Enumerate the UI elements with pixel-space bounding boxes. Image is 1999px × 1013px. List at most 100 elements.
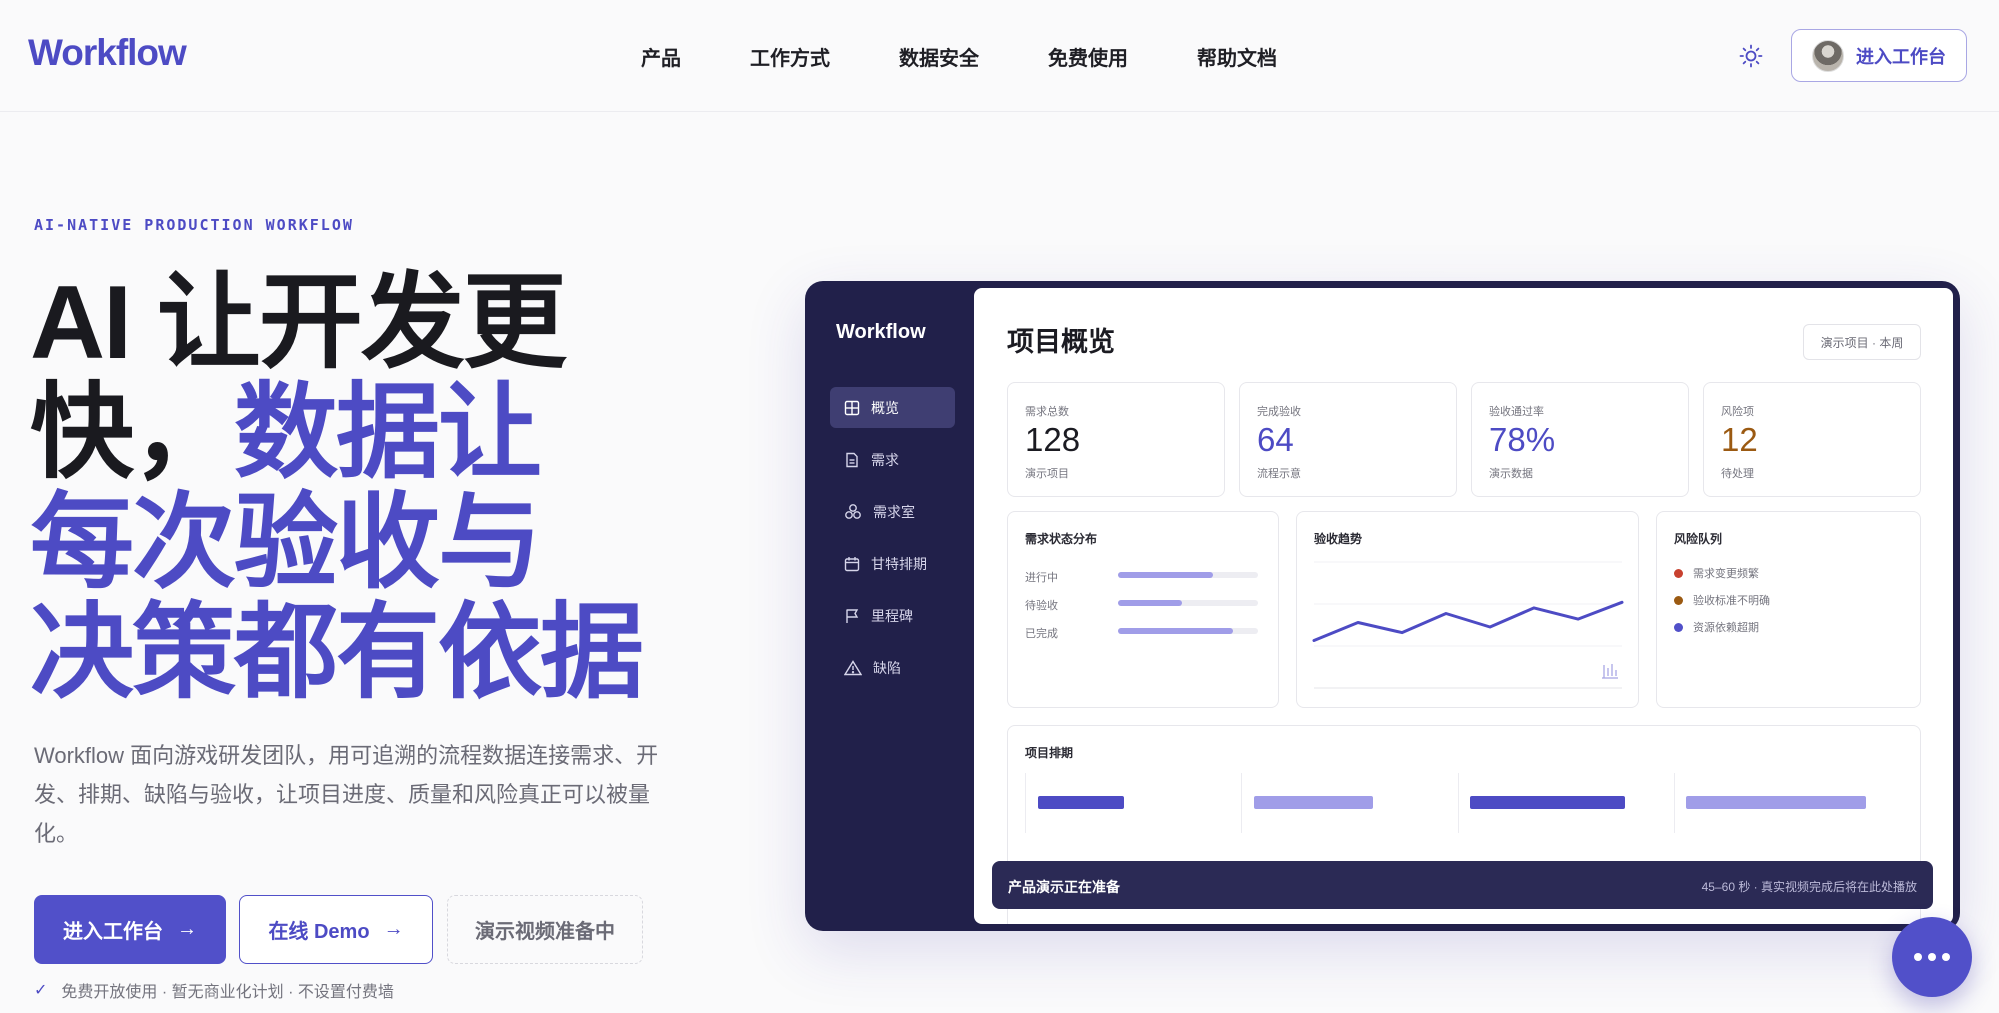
risk-queue-card: 风险队列 需求变更频繁 验收标准不明确 资源依赖超期 bbox=[1656, 511, 1921, 708]
free-note-text: 免费开放使用 · 暂无商业化计划 · 不设置付费墙 bbox=[61, 984, 394, 1001]
sidebar-item-label: 需求 bbox=[871, 451, 899, 468]
risk-item[interactable]: 需求变更频繁 bbox=[1674, 565, 1759, 581]
headline-line-1: AI 让开发更 bbox=[30, 265, 567, 381]
hero-description: Workflow 面向游戏研发团队，用可追溯的流程数据连接需求、开发、排期、缺陷… bbox=[34, 743, 659, 846]
status-card-title: 需求状态分布 bbox=[1025, 532, 1098, 546]
sidebar-item-label: 需求室 bbox=[873, 503, 915, 520]
sidebar-item-label: 缺陷 bbox=[873, 659, 901, 676]
gantt-bar bbox=[1038, 796, 1124, 809]
dashboard-preview: Workflow 概览 需求 需求室 甘特排期 里程碑 缺陷 项目概览 演示项目… bbox=[805, 281, 1960, 931]
sun-icon[interactable] bbox=[1737, 42, 1765, 70]
online-demo-button[interactable]: 在线 Demo → bbox=[239, 895, 433, 964]
online-demo-label: 在线 Demo bbox=[268, 921, 370, 943]
sidebar-item-gantt[interactable]: 甘特排期 bbox=[830, 543, 955, 584]
risk-dot bbox=[1674, 622, 1683, 632]
banner-subtitle: 45–60 秒 · 真实视频完成后将在此处播放 bbox=[1701, 880, 1917, 894]
risk-label: 资源依赖超期 bbox=[1693, 622, 1759, 634]
kpi-label: 需求总数 bbox=[1025, 406, 1069, 418]
status-distribution-card: 需求状态分布 进行中 待验收 已完成 bbox=[1007, 511, 1279, 708]
status-track bbox=[1118, 628, 1258, 634]
gantt-divider bbox=[1674, 773, 1675, 833]
kpi-value: 64 bbox=[1257, 421, 1294, 458]
status-track bbox=[1118, 572, 1258, 578]
logo[interactable]: Workflow bbox=[28, 32, 187, 74]
risk-dot bbox=[1674, 595, 1683, 605]
headline-line-4: 决策都有依据 bbox=[30, 595, 644, 711]
document-icon bbox=[846, 452, 858, 467]
dashboard-title: 项目概览 bbox=[1007, 327, 1115, 357]
kpi-label: 完成验收 bbox=[1257, 406, 1301, 418]
trend-chart bbox=[1312, 561, 1624, 689]
kpi-card: 验收通过率 78% 演示数据 bbox=[1471, 382, 1689, 497]
bar-chart-icon bbox=[1602, 664, 1618, 679]
risk-label: 验收标准不明确 bbox=[1693, 595, 1770, 607]
dashboard-sidebar: Workflow 概览 需求 需求室 甘特排期 里程碑 缺陷 bbox=[805, 281, 973, 931]
headline-line-2-accent: 数据让 bbox=[234, 375, 542, 491]
kpi-sub: 演示数据 bbox=[1489, 468, 1533, 480]
kpi-value: 128 bbox=[1025, 421, 1081, 458]
sidebar-item-requirement-room[interactable]: 需求室 bbox=[830, 491, 955, 532]
gantt-bar bbox=[1254, 796, 1373, 809]
enter-workspace-cta[interactable]: 进入工作台 → bbox=[34, 895, 226, 964]
more-dots-icon bbox=[1914, 953, 1922, 961]
sidebar-item-label: 甘特排期 bbox=[871, 555, 927, 572]
kpi-sub: 待处理 bbox=[1721, 468, 1754, 480]
demo-video-button[interactable]: 演示视频准备中 bbox=[447, 895, 643, 964]
schedule-card-title: 项目排期 bbox=[1025, 746, 1074, 760]
headline-line-2: 快，数据让 bbox=[30, 378, 730, 488]
chat-fab-button[interactable] bbox=[1892, 917, 1972, 997]
cluster-icon bbox=[845, 503, 861, 519]
status-track bbox=[1118, 600, 1258, 606]
sidebar-item-requirements[interactable]: 需求 bbox=[830, 439, 955, 480]
status-label: 进行中 bbox=[1025, 572, 1058, 584]
nav-item-workflow[interactable]: 工作方式 bbox=[750, 42, 830, 71]
nav-item-docs[interactable]: 帮助文档 bbox=[1197, 42, 1277, 71]
status-label: 已完成 bbox=[1025, 628, 1058, 640]
demo-preparing-banner: 产品演示正在准备 45–60 秒 · 真实视频完成后将在此处播放 bbox=[992, 861, 1933, 909]
kpi-card: 完成验收 64 流程示意 bbox=[1239, 382, 1457, 497]
risk-item[interactable]: 验收标准不明确 bbox=[1674, 592, 1770, 608]
project-filter[interactable]: 演示项目 · 本周 bbox=[1803, 324, 1921, 360]
demo-video-label: 演示视频准备中 bbox=[475, 921, 615, 943]
kpi-label: 风险项 bbox=[1721, 406, 1754, 418]
status-fill bbox=[1118, 628, 1233, 634]
trend-line bbox=[1312, 600, 1624, 642]
nav-item-security[interactable]: 数据安全 bbox=[899, 42, 979, 71]
status-fill bbox=[1118, 572, 1214, 578]
kpi-sub: 演示项目 bbox=[1025, 468, 1069, 480]
hero-headline: AI 让开发更 快，数据让 每次验收与 决策都有依据 bbox=[30, 268, 730, 708]
sidebar-item-defects[interactable]: 缺陷 bbox=[830, 647, 955, 688]
main-nav: 产品 工作方式 数据安全 免费使用 帮助文档 bbox=[641, 42, 1346, 71]
kpi-card: 需求总数 128 演示项目 bbox=[1007, 382, 1225, 497]
kpi-sub: 流程示意 bbox=[1257, 468, 1301, 480]
dashboard-main: 项目概览 演示项目 · 本周 需求总数 128 演示项目 完成验收 64 流程示… bbox=[974, 288, 1953, 924]
enter-workspace-label: 进入工作台 bbox=[1856, 46, 1946, 67]
sidebar-item-milestones[interactable]: 里程碑 bbox=[830, 595, 955, 636]
enter-workspace-cta-label: 进入工作台 bbox=[63, 921, 163, 943]
status-fill bbox=[1118, 600, 1183, 606]
sidebar-item-label: 里程碑 bbox=[871, 607, 913, 624]
arrow-right-icon: → bbox=[177, 918, 197, 940]
headline-line-2-dark: 快， bbox=[30, 375, 236, 491]
risk-label: 需求变更频繁 bbox=[1693, 568, 1759, 580]
gantt-bar bbox=[1470, 796, 1625, 809]
risk-dot bbox=[1674, 568, 1683, 578]
status-label: 待验收 bbox=[1025, 600, 1058, 612]
nav-item-product[interactable]: 产品 bbox=[641, 42, 681, 71]
gantt-divider bbox=[1025, 773, 1026, 833]
risk-item[interactable]: 资源依赖超期 bbox=[1674, 619, 1759, 635]
gantt-bar bbox=[1686, 796, 1866, 809]
nav-item-free[interactable]: 免费使用 bbox=[1048, 42, 1128, 71]
flag-icon bbox=[846, 608, 859, 623]
enter-workspace-button[interactable]: 进入工作台 bbox=[1791, 29, 1967, 82]
warning-icon bbox=[844, 659, 862, 675]
free-note: ✓ 免费开放使用 · 暂无商业化计划 · 不设置付费墙 bbox=[34, 978, 394, 1002]
kpi-card: 风险项 12 待处理 bbox=[1703, 382, 1921, 497]
sidebar-item-overview[interactable]: 概览 bbox=[830, 387, 955, 428]
check-icon: ✓ bbox=[34, 982, 48, 999]
banner-title: 产品演示正在准备 bbox=[1008, 879, 1120, 895]
hero-eyebrow: AI-NATIVE PRODUCTION WORKFLOW bbox=[34, 216, 354, 234]
gantt-divider bbox=[1241, 773, 1242, 833]
calendar-icon bbox=[844, 556, 860, 571]
kpi-value: 78% bbox=[1489, 421, 1556, 458]
